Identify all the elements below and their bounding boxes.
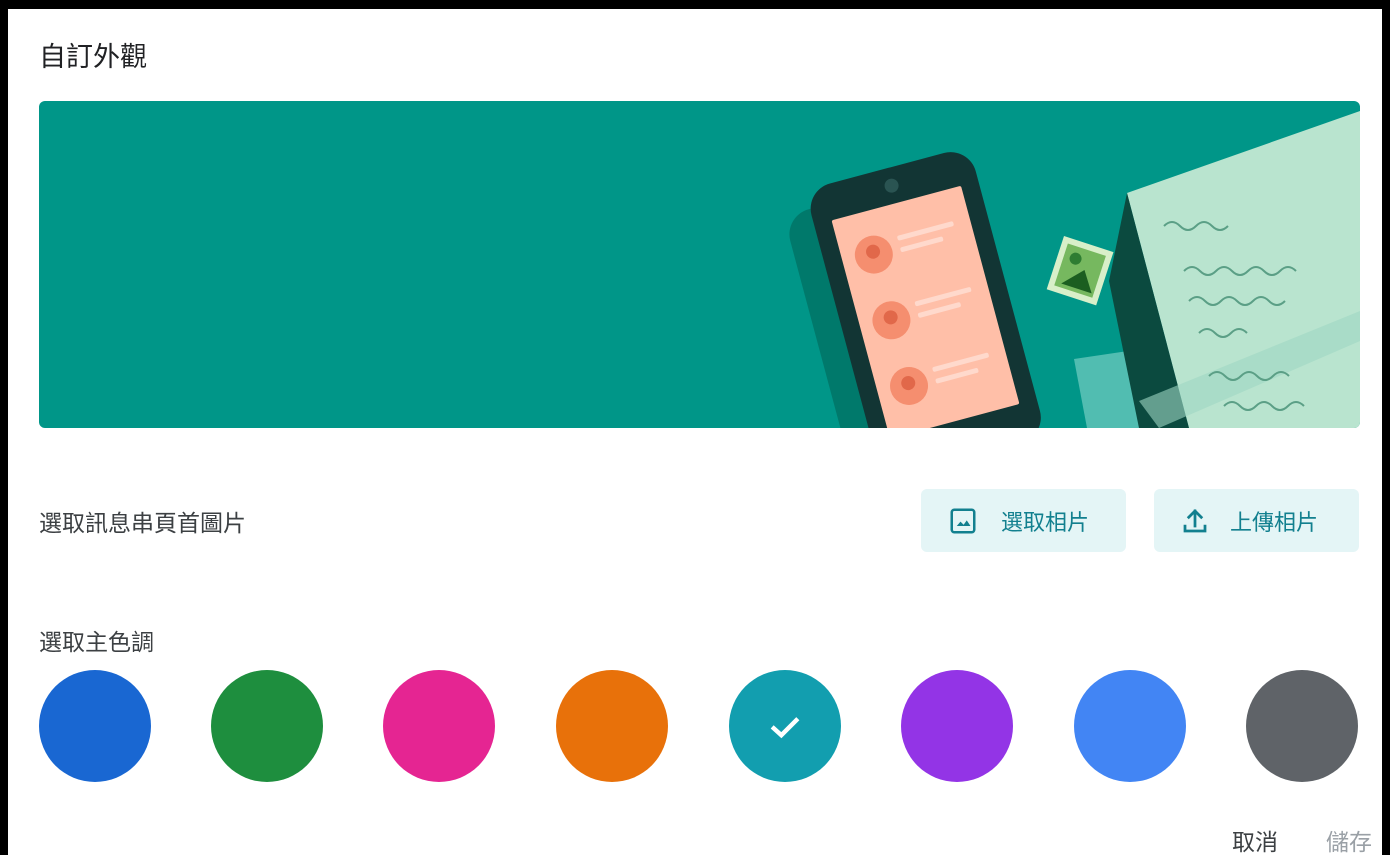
color-swatch-green[interactable] xyxy=(211,670,323,782)
header-banner-image xyxy=(39,101,1360,428)
color-swatch-blue[interactable] xyxy=(39,670,151,782)
select-photo-label: 選取相片 xyxy=(1001,510,1090,536)
checkmark-icon xyxy=(770,717,800,739)
header-image-label: 選取訊息串頁首圖片 xyxy=(39,511,246,537)
cancel-button[interactable]: 取消 xyxy=(1232,823,1278,857)
color-swatch-light-blue[interactable] xyxy=(1074,670,1186,782)
customize-dialog: 自訂外觀 選取訊息串頁首圖片 選取相片 上傳相片 選取主色調 取消 儲存 xyxy=(0,0,1390,857)
color-swatch-purple[interactable] xyxy=(901,670,1013,782)
image-icon xyxy=(948,506,978,536)
select-photo-button[interactable]: 選取相片 xyxy=(921,489,1126,552)
color-swatch-gray[interactable] xyxy=(1246,670,1358,782)
theme-color-label: 選取主色調 xyxy=(39,630,154,656)
upload-photo-label: 上傳相片 xyxy=(1230,510,1319,536)
dialog-title: 自訂外觀 xyxy=(39,42,147,73)
upload-icon xyxy=(1180,506,1210,536)
save-button[interactable]: 儲存 xyxy=(1326,823,1372,857)
color-swatch-orange[interactable] xyxy=(556,670,668,782)
color-swatch-teal[interactable] xyxy=(729,670,841,782)
stamp-right xyxy=(1046,235,1114,306)
color-swatch-pink[interactable] xyxy=(383,670,495,782)
upload-photo-button[interactable]: 上傳相片 xyxy=(1154,489,1359,552)
